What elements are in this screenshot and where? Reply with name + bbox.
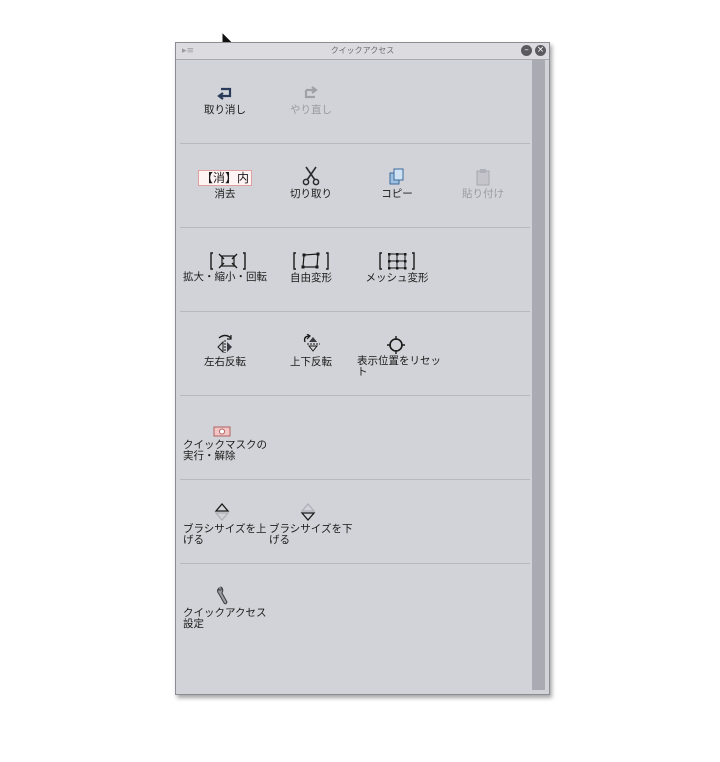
quick-mask-label: クイックマスクの実行・解除 (183, 439, 267, 462)
flip-horizontal-icon (217, 334, 232, 354)
flip-horizontal-label: 左右反転 (204, 356, 246, 368)
brush-size-down-button[interactable]: ブラシサイズを下げる (266, 502, 355, 546)
quick-access-row: クイックアクセス設定 (180, 564, 530, 647)
redo-button[interactable]: やり直し (268, 82, 354, 116)
brush-size-up-button[interactable]: ブラシサイズを上げる (180, 502, 269, 546)
cut-label: 切り取り (290, 188, 332, 200)
brush-size-up-label: ブラシサイズを上げる (183, 523, 267, 546)
scale-rotate-icon (210, 252, 246, 270)
redo-label: やり直し (290, 104, 332, 116)
mesh-transform-button[interactable]: メッシュ変形 (354, 250, 440, 284)
close-icon[interactable]: × (535, 45, 546, 56)
reset-position-button[interactable]: 表示位置をリセット (354, 334, 447, 378)
paste-button[interactable]: 貼り付け (440, 166, 526, 200)
flip-vertical-label: 上下反転 (290, 356, 332, 368)
paste-label: 貼り付け (462, 188, 504, 200)
reset-position-label: 表示位置をリセット (357, 355, 441, 378)
flip-vertical-icon (303, 334, 320, 352)
quick-access-settings-label: クイックアクセス設定 (183, 607, 267, 630)
quick-access-list: 取り消し やり直し 【消】内 消去 切り取り コピー 貼り付け 拡大・縮小・回転… (180, 60, 530, 690)
wrench-icon (217, 586, 228, 605)
brush-size-up-icon (214, 503, 230, 521)
flip-horizontal-button[interactable]: 左右反転 (182, 334, 268, 368)
quick-access-row: クイックマスクの実行・解除 (180, 396, 530, 480)
paste-icon (476, 169, 490, 186)
undo-button[interactable]: 取り消し (182, 82, 268, 116)
quick-access-row: 取り消し やり直し (180, 60, 530, 144)
brush-size-down-label: ブラシサイズを下げる (269, 523, 353, 546)
flip-vertical-button[interactable]: 上下反転 (268, 334, 354, 368)
mesh-transform-label: メッシュ変形 (365, 272, 429, 284)
brush-size-down-icon (300, 503, 316, 521)
redo-icon (304, 86, 318, 99)
panel-scrollbar[interactable] (532, 60, 545, 690)
cut-button[interactable]: 切り取り (268, 166, 354, 200)
copy-icon (389, 168, 404, 185)
free-transform-button[interactable]: 自由変形 (268, 250, 354, 284)
panel-titlebar[interactable]: ▸≡ クイックアクセス – × (176, 43, 549, 60)
quick-access-row: 【消】内 消去 切り取り コピー 貼り付け (180, 144, 530, 228)
undo-label: 取り消し (204, 104, 246, 116)
reset-position-icon (387, 336, 405, 354)
copy-button[interactable]: コピー (354, 166, 440, 200)
quick-mask-button[interactable]: クイックマスクの実行・解除 (180, 418, 269, 462)
quick-access-settings-button[interactable]: クイックアクセス設定 (180, 586, 269, 630)
free-transform-icon (293, 252, 329, 270)
quick-access-row: 左右反転 上下反転 表示位置をリセット (180, 312, 530, 396)
scale-rotate-label: 拡大・縮小・回転 (183, 271, 267, 283)
minimize-icon[interactable]: – (521, 45, 532, 56)
quick-access-panel: ▸≡ クイックアクセス – × 取り消し やり直し 【消】内 消去 切り取り コ… (175, 42, 550, 695)
scissors-icon (302, 166, 320, 186)
copy-label: コピー (381, 188, 413, 200)
panel-title: クイックアクセス (330, 46, 395, 55)
undo-icon (217, 87, 232, 100)
clear-label: 消去 (214, 188, 236, 200)
quick-access-row: ブラシサイズを上げる ブラシサイズを下げる (180, 480, 530, 564)
clear-button[interactable]: 【消】内 消去 (182, 166, 268, 200)
quick-access-row: 拡大・縮小・回転 自由変形 メッシュ変形 (180, 228, 530, 312)
mesh-transform-icon (379, 252, 415, 270)
free-transform-label: 自由変形 (290, 272, 332, 284)
scale-rotate-button[interactable]: 拡大・縮小・回転 (180, 250, 273, 283)
quick-mask-icon (213, 426, 231, 437)
clear-icon: 【消】内 (197, 170, 252, 186)
